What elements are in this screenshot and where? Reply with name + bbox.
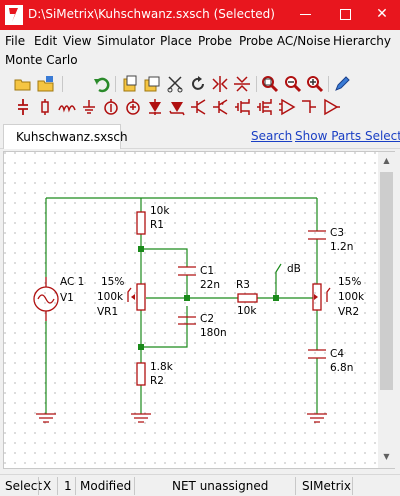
r2-value-label: 1.8k bbox=[150, 361, 174, 373]
zoom-in-icon[interactable] bbox=[306, 75, 324, 93]
pen-icon[interactable] bbox=[333, 75, 351, 93]
v1-ref-label: V1 bbox=[60, 292, 74, 304]
new-schematic-icon[interactable] bbox=[121, 75, 139, 93]
terminal-icon[interactable] bbox=[300, 98, 318, 116]
status-net: NET unassigned bbox=[172, 479, 269, 493]
c2-value-label: 180n bbox=[200, 327, 227, 339]
menu-place[interactable]: Place bbox=[160, 34, 192, 48]
voltage-source-icon[interactable] bbox=[124, 98, 142, 116]
save-icon[interactable] bbox=[37, 75, 55, 93]
title-bar: D:\SiMetrix\Kuhschwanz.sxsch (Selected) … bbox=[0, 0, 400, 30]
status-count: 1 bbox=[64, 479, 72, 493]
rotate-icon[interactable] bbox=[189, 75, 207, 93]
menu-bar: File Edit View Simulator Place Probe Pro… bbox=[0, 30, 400, 70]
buffer-icon[interactable] bbox=[322, 98, 340, 116]
r3-value-label: 10k bbox=[237, 305, 257, 317]
probe-db-label: dB bbox=[287, 263, 301, 275]
c1-value-label: 22n bbox=[200, 279, 220, 291]
mirror-ud-icon[interactable] bbox=[233, 75, 251, 93]
vr1-ref-label: VR1 bbox=[97, 306, 118, 318]
maximize-button[interactable] bbox=[340, 9, 351, 20]
status-app: SIMetrix bbox=[302, 479, 351, 493]
toolbar-main bbox=[0, 73, 400, 95]
r3-ref-label: R3 bbox=[236, 279, 250, 291]
ground-icon[interactable] bbox=[80, 98, 98, 116]
undo-icon[interactable] bbox=[93, 75, 111, 93]
close-button[interactable]: ✕ bbox=[374, 6, 390, 22]
status-x-label: X bbox=[43, 479, 52, 493]
diode-icon[interactable] bbox=[146, 98, 164, 116]
capacitor-icon[interactable] bbox=[14, 98, 32, 116]
minimize-button[interactable] bbox=[300, 14, 311, 15]
menu-probe-ac-noise[interactable]: Probe AC/Noise bbox=[239, 34, 331, 48]
vr2-ref-label: VR2 bbox=[338, 306, 359, 318]
vr1-value-label: 100k bbox=[97, 291, 124, 303]
zoom-out-icon[interactable] bbox=[284, 75, 302, 93]
search-link[interactable]: Search bbox=[251, 129, 292, 143]
scroll-up-icon[interactable]: ▲ bbox=[382, 156, 391, 165]
scroll-down-icon[interactable]: ▼ bbox=[382, 452, 391, 461]
app-logo-icon bbox=[5, 5, 23, 25]
r1-value-label: 10k bbox=[150, 205, 170, 217]
current-source-icon[interactable] bbox=[102, 98, 120, 116]
menu-monte-carlo[interactable]: Monte Carlo bbox=[5, 53, 78, 67]
tab-schematic[interactable]: Kuhschwanz.sxsch bbox=[3, 124, 128, 149]
vertical-scrollbar[interactable]: ▲ ▼ bbox=[378, 152, 395, 468]
vr2-value-label: 100k bbox=[338, 291, 365, 303]
vr2-pct-label: 15% bbox=[338, 276, 361, 288]
resistor-icon[interactable] bbox=[36, 98, 54, 116]
menu-probe[interactable]: Probe bbox=[198, 34, 232, 48]
menu-edit[interactable]: Edit bbox=[34, 34, 57, 48]
status-bar: Select X 1 Modified NET unassigned SIMet… bbox=[0, 474, 400, 496]
cut-icon[interactable] bbox=[166, 75, 184, 93]
menu-hierarchy[interactable]: Hierarchy bbox=[333, 34, 391, 48]
r2-ref-label: R2 bbox=[150, 375, 164, 387]
show-parts-selector-link[interactable]: Show Parts Selector bbox=[295, 129, 400, 143]
pnp-icon[interactable] bbox=[212, 98, 230, 116]
menu-simulator[interactable]: Simulator bbox=[97, 34, 155, 48]
pmos-icon[interactable] bbox=[256, 98, 274, 116]
status-mode: Select bbox=[5, 479, 43, 493]
inductor-icon[interactable] bbox=[58, 98, 76, 116]
nmos-icon[interactable] bbox=[234, 98, 252, 116]
c4-value-label: 6.8n bbox=[330, 362, 353, 374]
r1-ref-label: R1 bbox=[150, 219, 164, 231]
scrollbar-thumb[interactable] bbox=[380, 172, 393, 390]
opamp-icon[interactable] bbox=[278, 98, 296, 116]
c1-ref-label: C1 bbox=[200, 265, 214, 277]
v1-ac-label: AC 1 bbox=[60, 276, 84, 288]
c3-value-label: 1.2n bbox=[330, 241, 353, 253]
vr1-pct-label: 15% bbox=[101, 276, 124, 288]
menu-file[interactable]: File bbox=[5, 34, 25, 48]
zoom-full-icon[interactable] bbox=[261, 75, 279, 93]
menu-view[interactable]: View bbox=[63, 34, 91, 48]
status-modified: Modified bbox=[80, 479, 132, 493]
schematic-drawing[interactable]: 10k R1 C1 22n C2 180n 1.8k R2 R3 10k dB … bbox=[4, 152, 376, 468]
zener-icon[interactable] bbox=[168, 98, 186, 116]
c4-ref-label: C4 bbox=[330, 348, 344, 360]
toolbar-components bbox=[0, 96, 400, 118]
c3-ref-label: C3 bbox=[330, 227, 344, 239]
schematic-canvas[interactable]: 10k R1 C1 22n C2 180n 1.8k R2 R3 10k dB … bbox=[3, 151, 395, 469]
c2-ref-label: C2 bbox=[200, 313, 214, 325]
open-folder-icon[interactable] bbox=[14, 75, 32, 93]
tab-bar: Kuhschwanz.sxsch Search Show Parts Selec… bbox=[0, 122, 400, 149]
duplicate-icon[interactable] bbox=[143, 75, 161, 93]
npn-icon[interactable] bbox=[190, 98, 208, 116]
mirror-lr-icon[interactable] bbox=[211, 75, 229, 93]
window-title: D:\SiMetrix\Kuhschwanz.sxsch (Selected) bbox=[28, 7, 275, 21]
